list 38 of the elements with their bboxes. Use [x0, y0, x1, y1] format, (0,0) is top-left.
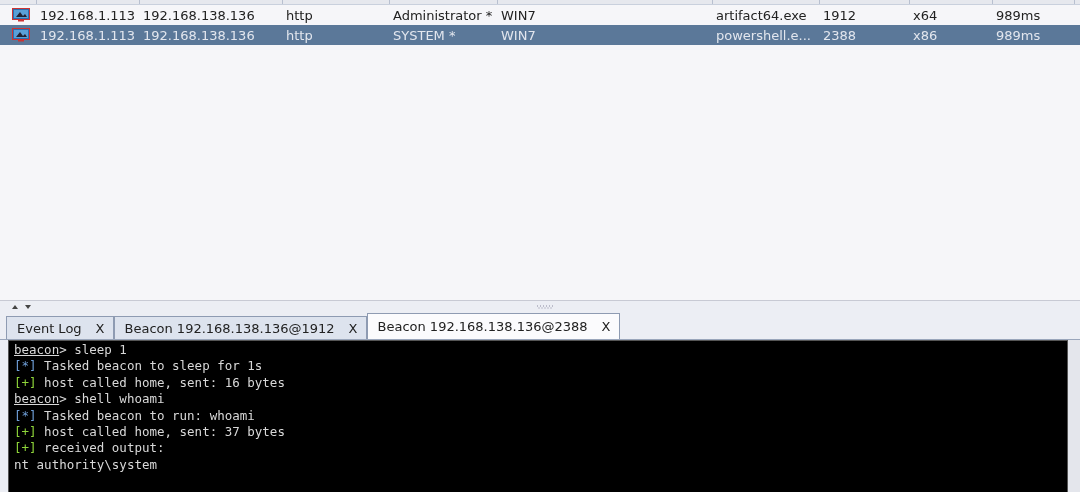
table-cell: 192.168.1.113 — [40, 27, 136, 43]
console-line: [+] host called home, sent: 16 bytes — [14, 374, 286, 392]
table-cell: WIN7 — [501, 27, 536, 43]
console-line: beacon> sleep 1 — [14, 342, 128, 359]
table-cell: 192.168.1.113 — [40, 7, 136, 23]
tab[interactable]: Beacon 192.168.138.136@2388 X — [366, 313, 620, 339]
table-cell: x64 — [913, 7, 938, 23]
close-tab-button[interactable]: X — [348, 320, 358, 336]
table-cell: 2388 — [823, 27, 857, 43]
table-cell: x86 — [913, 27, 938, 43]
console-line: nt authority\system — [14, 456, 158, 474]
console-line: [*] Tasked beacon to sleep for 1s — [14, 358, 264, 375]
console-line: [+] received output: — [14, 440, 166, 457]
console-line: [+] host called home, sent: 37 bytes — [14, 424, 286, 441]
table-cell: WIN7 — [501, 7, 536, 23]
tab[interactable]: Beacon 192.168.138.136@1912 X — [113, 316, 367, 339]
table-cell: artifact64.exe — [716, 7, 807, 23]
table-cell: 989ms — [996, 27, 1041, 43]
table-cell: http — [286, 27, 313, 43]
console-line: [*] Tasked beacon to run: whoami — [14, 407, 256, 425]
table-cell: SYSTEM * — [393, 27, 456, 43]
table-cell: 989ms — [996, 7, 1041, 23]
console-line: beacon> shell whoami — [14, 391, 166, 408]
table-cell: 192.168.138.136 — [143, 7, 255, 23]
table-cell: 192.168.138.136 — [143, 27, 255, 43]
table-cell: Administrator * — [393, 7, 493, 23]
tab[interactable]: Event Log X — [6, 316, 114, 339]
collapse-arrows-icon[interactable] — [10, 304, 32, 310]
session-row[interactable]: 192.168.1.113 192.168.138.136 http SYSTEM * WIN7 powershell.e... 2388 x86 989ms — [0, 25, 1080, 45]
monitor-icon — [11, 8, 30, 22]
monitor-icon — [11, 28, 30, 42]
close-tab-button[interactable]: X — [95, 320, 105, 336]
table-cell: http — [286, 7, 313, 23]
table-cell: powershell.e... — [716, 27, 811, 43]
close-tab-button[interactable]: X — [601, 319, 611, 334]
session-row[interactable]: 192.168.1.113 192.168.138.136 http Administrator * WIN7 artifact64.exe 1912 x64 989ms — [0, 5, 1080, 25]
splitter-grip-icon[interactable] — [536, 305, 554, 309]
table-cell: 1912 — [823, 7, 857, 23]
